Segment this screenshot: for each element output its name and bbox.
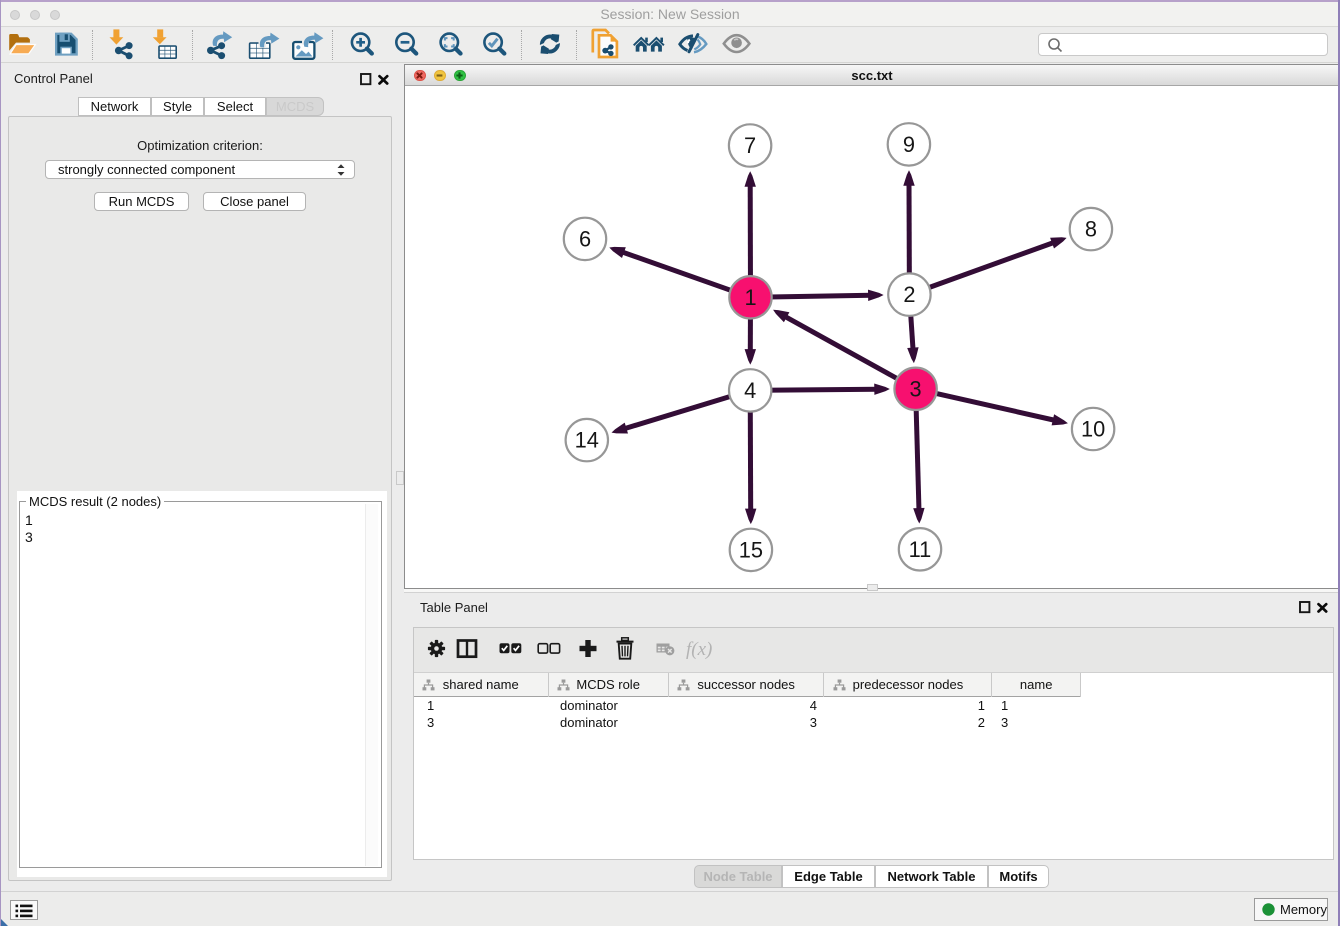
svg-text:9: 9: [903, 132, 915, 157]
svg-text:15: 15: [739, 538, 763, 563]
svg-text:14: 14: [575, 428, 599, 453]
svg-text:3: 3: [910, 376, 922, 401]
svg-text:10: 10: [1081, 417, 1105, 442]
svg-text:1: 1: [744, 285, 756, 310]
svg-text:7: 7: [744, 133, 756, 158]
svg-text:2: 2: [903, 282, 915, 307]
svg-text:f(x): f(x): [686, 639, 712, 660]
svg-text:6: 6: [579, 227, 591, 252]
svg-text:11: 11: [909, 537, 932, 562]
svg-text:8: 8: [1085, 217, 1097, 242]
svg-text:4: 4: [744, 378, 756, 403]
